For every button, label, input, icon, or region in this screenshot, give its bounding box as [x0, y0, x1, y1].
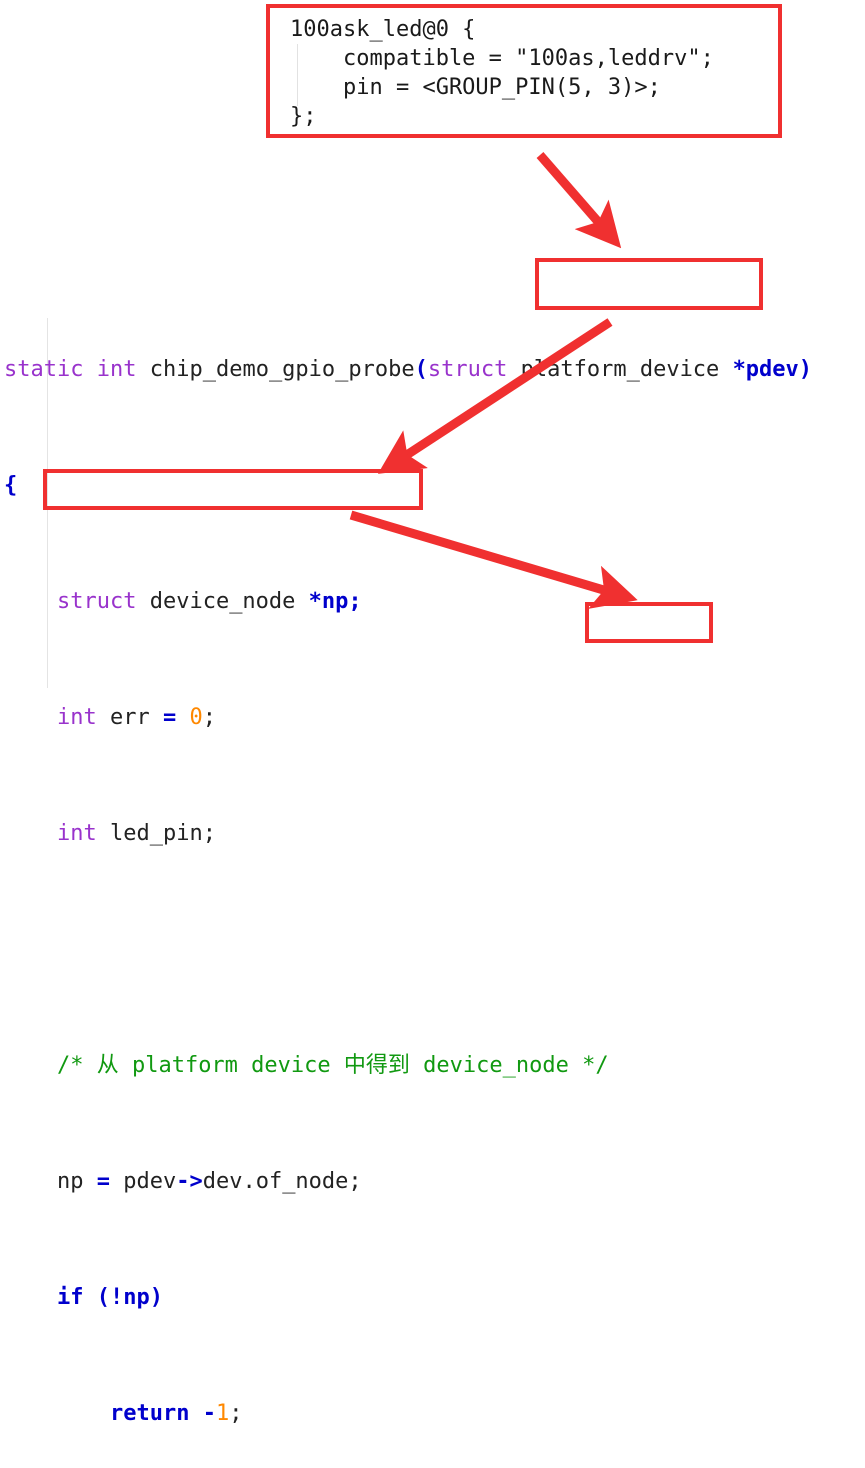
- keyword-int: int: [56, 821, 97, 846]
- dts-line-3: pin = <GROUP_PIN(5, 3)>;: [290, 75, 661, 100]
- keyword-struct: struct: [427, 357, 508, 382]
- keyword-if: if: [56, 1285, 84, 1310]
- type-device-node: device_node: [149, 589, 296, 614]
- member-dev-of-node: dev.of_node;: [202, 1169, 362, 1194]
- code-line-np-assign: np = pdev->dev.of_node;: [56, 1169, 362, 1194]
- var-np: *np;: [308, 589, 362, 614]
- var-pdev: pdev: [123, 1169, 177, 1194]
- code-line-decl-np: struct device_node *np;: [0, 587, 865, 616]
- keyword-struct: struct: [56, 589, 137, 614]
- param-pdev: *pdev: [732, 357, 799, 382]
- keyword-return: return: [109, 1401, 190, 1426]
- device-tree-snippet-box: 100ask_led@0 { compatible = "100as,leddr…: [266, 4, 782, 138]
- code-line-signature: static int chip_demo_gpio_probe(struct p…: [4, 357, 813, 382]
- if-condition: (!np): [96, 1285, 163, 1310]
- comment-get-device-node: /* 从 platform device 中得到 device_node */: [56, 1053, 609, 1078]
- var-np: np: [56, 1169, 84, 1194]
- keyword-int: int: [56, 705, 97, 730]
- arrow-dts-to-platform-device: [536, 152, 622, 249]
- code-line-comment-device-node: /* 从 platform device 中得到 device_node */: [0, 1051, 865, 1080]
- code-line-if-np: if (!np): [0, 1283, 865, 1312]
- code-line-return: return -1;: [109, 1401, 243, 1426]
- code-line-open-brace: {: [0, 471, 865, 500]
- source-code-listing[interactable]: static int chip_demo_gpio_probe(struct p…: [0, 268, 865, 1468]
- code-line-decl-err: int err = 0;: [56, 705, 216, 730]
- dts-line-2: compatible = "100as,leddrv";: [290, 46, 714, 71]
- keyword-int: int: [96, 357, 137, 382]
- open-brace: {: [4, 473, 18, 498]
- var-err: err: [109, 705, 150, 730]
- keyword-static: static: [4, 357, 84, 382]
- function-name: chip_demo_gpio_probe: [149, 357, 415, 382]
- type-platform-device: platform_device: [520, 357, 720, 382]
- device-tree-snippet-code: 100ask_led@0 { compatible = "100as,leddr…: [290, 15, 714, 131]
- var-led-pin: led_pin;: [109, 821, 216, 846]
- code-line-decl-led-pin: int led_pin;: [0, 819, 865, 848]
- dts-line-4: };: [290, 104, 317, 129]
- literal-zero: 0: [189, 705, 203, 730]
- literal-one: 1: [215, 1401, 230, 1426]
- dts-line-1: 100ask_led@0 {: [290, 17, 476, 42]
